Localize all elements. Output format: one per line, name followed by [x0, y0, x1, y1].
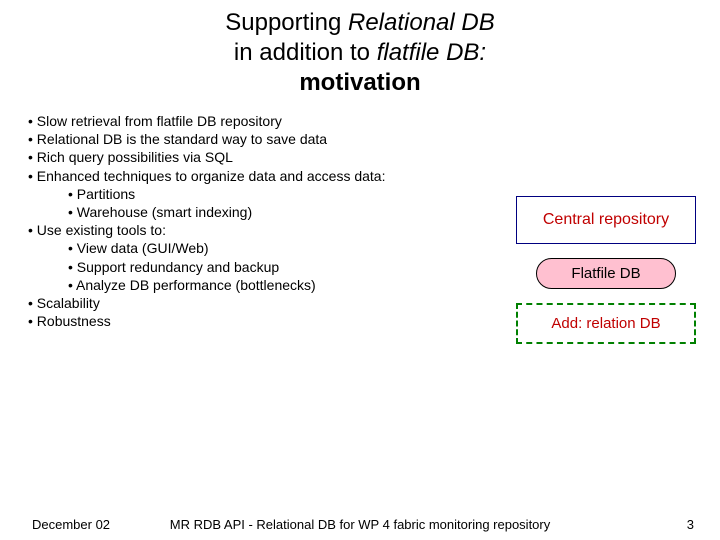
schematic-block: Consumer — [188, 406, 244, 422]
bullet-subitem: • View data (GUI/Web) — [68, 239, 508, 257]
footer-title: MR RDB API - Relational DB for WP 4 fabr… — [0, 517, 720, 532]
title-line2a: in addition to — [234, 39, 377, 66]
bullet-item: • Use existing tools to: — [28, 221, 508, 239]
schematic-block: Sensor — [335, 338, 386, 354]
bullet-subitem: • Warehouse (smart indexing) — [68, 203, 508, 221]
title-line1a: Supporting — [225, 9, 348, 36]
background-schematic: Sensor Collector Sensor Consumer Consume… — [120, 320, 680, 490]
schematic-block: Sensor — [128, 378, 179, 394]
schematic-label: Node 1 — [168, 432, 200, 443]
central-repository-box: Central repository — [516, 196, 696, 244]
schematic-block: Consumer — [570, 400, 631, 416]
schematic-node — [270, 330, 452, 452]
schematic-block: Consumer — [500, 400, 561, 416]
bullet-item: • Rich query possibilities via SQL — [28, 148, 508, 166]
schematic-block: Cache — [320, 420, 406, 436]
bullet-item: • Relational DB is the standard way to s… — [28, 130, 508, 148]
add-relation-db-box: Add: relation DB — [516, 303, 696, 344]
slide-root: Supporting Relational DB in addition to … — [0, 0, 720, 540]
schematic-block: Collector — [390, 338, 446, 354]
title-line3: motivation — [299, 69, 420, 96]
diagram-panel: Central repository Flatfile DB Add: rela… — [516, 196, 696, 344]
bullet-subitem: • Support redundancy and backup — [68, 258, 508, 276]
title-line2b: flatfile DB: — [377, 39, 486, 66]
bullet-subitem: • Partitions — [68, 185, 508, 203]
bullet-list: • Slow retrieval from flatfile DB reposi… — [28, 112, 508, 330]
bullet-item: • Slow retrieval from flatfile DB reposi… — [28, 112, 508, 130]
flatfile-db-box: Flatfile DB — [536, 258, 676, 289]
bullet-item: • Enhanced techniques to organize data a… — [28, 167, 508, 185]
schematic-block: Collector — [184, 356, 245, 392]
schematic-block: Sensor — [128, 356, 179, 372]
schematic-block: Sensor — [280, 338, 331, 354]
footer-page-number: 3 — [687, 517, 694, 532]
schematic-label: Node 2 — [335, 452, 367, 463]
slide-title: Supporting Relational DB in addition to … — [0, 0, 720, 98]
schematic-node — [120, 350, 252, 432]
title-line1b: Relational DB — [348, 9, 495, 36]
bullet-item: • Scalability — [28, 294, 508, 312]
bullet-subitem: • Analyze DB performance (bottlenecks) — [68, 276, 508, 294]
schematic-block: Consumer — [128, 406, 184, 422]
bullet-item: • Robustness — [28, 312, 508, 330]
schematic-label: Node 3 — [540, 432, 572, 443]
